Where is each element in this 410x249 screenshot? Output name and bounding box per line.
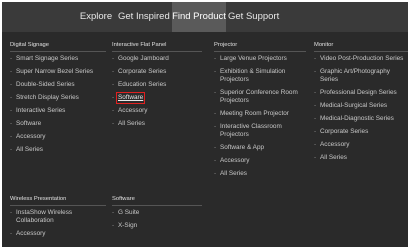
column-heading: Projector [214,42,238,48]
menu-item[interactable]: - All Series [214,170,306,178]
column-heading: Monitor [314,42,334,48]
menu-item[interactable]: - Education Series [112,81,202,89]
menu-item[interactable]: - Corporate Series [314,128,408,136]
dash-icon: - [112,107,115,114]
tab-get-inspired[interactable]: Get Inspired [118,2,170,32]
dash-icon: - [314,55,317,62]
menu-item[interactable]: - Double-Sided Series [10,81,106,89]
menu-item[interactable]: - All Series [10,146,106,154]
dash-icon: - [10,209,13,216]
dash-icon: - [10,120,13,127]
dash-icon: - [112,209,115,216]
dash-icon: - [10,81,13,88]
divider [10,51,106,52]
dash-icon: - [112,94,115,101]
tab-find-product[interactable]: Find Product [172,2,226,32]
dash-icon: - [10,230,13,237]
dash-icon: - [214,123,217,130]
menu-item[interactable]: - InstaShow Wireless Collaboration [10,209,106,225]
menu-item[interactable]: - Meeting Room Projector [214,110,306,118]
dash-icon: - [112,222,115,229]
dash-icon: - [214,68,217,75]
dash-icon: - [314,68,317,75]
column-wireless-presentation: Wireless Presentation - InstaShow Wireles… [10,194,106,243]
column-software: Software -G Suite - X-Sign [112,194,202,235]
dash-icon: - [214,55,217,62]
column-projector: Projector - Large Venue Projectors - Exhib… [214,40,306,183]
dash-icon: - [112,120,115,127]
column-monitor: Monitor - Video Post-Production Series -G… [314,40,408,167]
menu-item[interactable]: - Large Venue Projectors [214,55,306,63]
menu-item[interactable]: - X-Sign [112,222,202,230]
tab-explore[interactable]: Explore [76,2,116,32]
dash-icon: - [314,115,317,122]
menu-item[interactable]: - Medical-Diagnostic Series [314,115,408,123]
menu-item[interactable]: -G Suite [112,209,202,217]
menu-item[interactable]: - Accessory [314,141,408,149]
dash-icon: - [214,170,217,177]
dash-icon: - [214,89,217,96]
column-interactive-flat-panel: Interactive Flat Panel - Google Jamboard … [112,40,202,133]
menu-item[interactable]: - Accessory [112,107,202,115]
dash-icon: - [10,68,13,75]
menu-item[interactable]: - Professional Design Series [314,89,408,97]
dash-icon: - [10,94,13,101]
dash-icon: - [214,157,217,164]
menu-item-software-highlighted[interactable]: - Software [112,92,202,104]
column-heading: Digital Signage [10,42,49,48]
column-heading: Interactive Flat Panel [112,42,167,48]
menu-item[interactable]: - Medical-Surgical Series [314,102,408,110]
dash-icon: - [314,89,317,96]
menu-item[interactable]: - Corporate Series [112,68,202,76]
dash-icon: - [112,68,115,75]
menu-item[interactable]: - Interactive Series [10,107,106,115]
menu-item[interactable]: - Exhibition & Simulation Projectors [214,68,306,84]
menu-item[interactable]: - Software & App [214,144,306,152]
divider [112,205,202,206]
menu-item[interactable]: - Stretch Display Series [10,94,106,102]
menu-item[interactable]: - All Series [314,154,408,162]
divider [214,51,306,52]
dash-icon: - [314,154,317,161]
menu-item[interactable]: - Interactive Classroom Projectors [214,123,306,139]
menu-item[interactable]: - Accessory [10,133,106,141]
divider [10,205,106,206]
menu-item[interactable]: - Super Narrow Bezel Series [10,68,106,76]
dash-icon: - [314,102,317,109]
menu-item[interactable]: - Software [10,120,106,128]
dash-icon: - [214,110,217,117]
top-nav: Explore Get Inspired Find Product Get Su… [2,2,408,32]
dash-icon: - [112,81,115,88]
menu-item[interactable]: - Accessory [10,230,106,238]
dash-icon: - [10,146,13,153]
dash-icon: - [10,107,13,114]
menu-item[interactable]: - Accessory [214,157,306,165]
menu-item[interactable]: - Google Jamboard [112,55,202,63]
dash-icon: - [10,55,13,62]
divider [112,51,202,52]
menu-item[interactable]: - Smart Signage Series [10,55,106,63]
column-heading: Wireless Presentation [10,196,67,202]
tab-get-support[interactable]: Get Support [228,2,279,32]
column-heading: Software [112,196,135,202]
column-digital-signage: Digital Signage - Smart Signage Series -S… [10,40,106,159]
dash-icon: - [314,141,317,148]
dash-icon: - [10,133,13,140]
menu-item[interactable]: - All Series [112,120,202,128]
mega-menu: Explore Get Inspired Find Product Get Su… [2,2,408,247]
menu-item[interactable]: - Video Post-Production Series [314,55,408,63]
dash-icon: - [314,128,317,135]
divider [314,51,408,52]
menu-item[interactable]: - Graphic Art/Photography Series [314,68,408,84]
dash-icon: - [214,144,217,151]
menu-item[interactable]: - Superior Conference Room Projectors [214,89,306,105]
dash-icon: - [112,55,115,62]
